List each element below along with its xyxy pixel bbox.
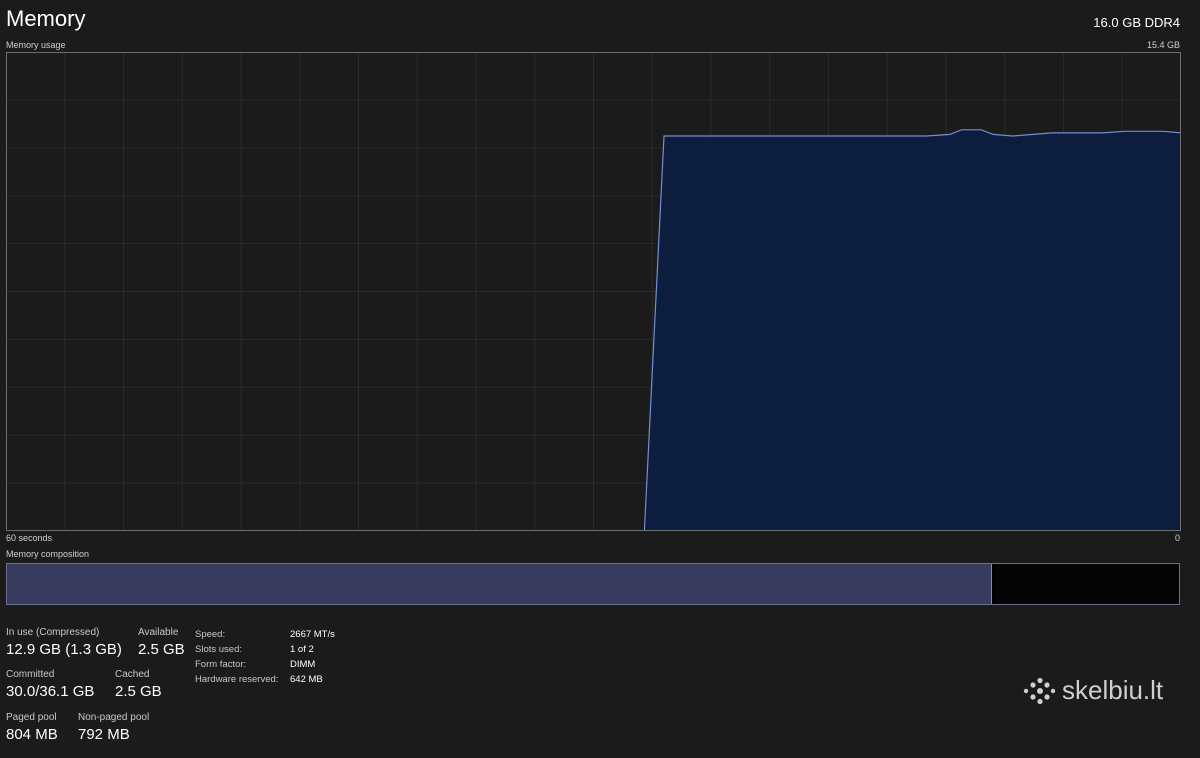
stat-non-paged-pool: Non-paged pool 792 MB bbox=[78, 712, 149, 743]
hardware-row-form-factor: Form factor: DIMM bbox=[195, 657, 335, 672]
hardware-key: Speed: bbox=[195, 629, 226, 640]
hardware-key: Form factor: bbox=[195, 659, 247, 670]
chart-label: Memory usage bbox=[6, 40, 66, 50]
stat-committed: Committed 30.0/36.1 GB bbox=[6, 669, 94, 700]
hardware-value: 642 MB bbox=[290, 674, 323, 685]
composition-in-use-segment bbox=[7, 564, 993, 604]
hardware-key: Hardware reserved: bbox=[195, 674, 279, 685]
stat-cached-label: Cached bbox=[115, 669, 150, 680]
stat-in-use: In use (Compressed) 12.9 GB (1.3 GB) bbox=[6, 627, 122, 658]
stat-non-paged-pool-label: Non-paged pool bbox=[78, 712, 150, 723]
composition-label: Memory composition bbox=[6, 549, 90, 559]
skelbiu-logo-icon bbox=[1023, 677, 1056, 704]
page-title: Memory bbox=[6, 6, 86, 31]
hardware-value: 2667 MT/s bbox=[290, 629, 335, 640]
memory-composition-bar bbox=[6, 563, 1180, 605]
stat-paged-pool-value: 804 MB bbox=[6, 726, 58, 743]
hardware-row-slots: Slots used: 1 of 2 bbox=[195, 642, 335, 657]
stat-available-value: 2.5 GB bbox=[138, 641, 185, 658]
stat-paged-pool-label: Paged pool bbox=[6, 712, 57, 723]
stat-cached: Cached 2.5 GB bbox=[115, 669, 162, 700]
x-axis-right-label: 0 bbox=[1175, 533, 1181, 543]
hardware-value: DIMM bbox=[290, 659, 316, 670]
watermark: skelbiu.lt bbox=[1022, 675, 1163, 706]
hardware-row-speed: Speed: 2667 MT/s bbox=[195, 627, 335, 642]
hardware-key: Slots used: bbox=[195, 644, 242, 655]
memory-usage-chart bbox=[6, 52, 1182, 532]
stat-available: Available 2.5 GB bbox=[138, 627, 185, 658]
stat-in-use-label: In use (Compressed) bbox=[6, 627, 100, 638]
stat-non-paged-pool-value: 792 MB bbox=[78, 726, 130, 743]
hardware-value: 1 of 2 bbox=[290, 644, 314, 655]
hardware-row-reserved: Hardware reserved: 642 MB bbox=[195, 672, 335, 687]
composition-standby-segment bbox=[994, 564, 1179, 604]
stat-paged-pool: Paged pool 804 MB bbox=[6, 712, 58, 743]
stat-committed-label: Committed bbox=[6, 669, 55, 680]
usage-area-fill bbox=[644, 129, 1181, 532]
watermark-text: skelbiu.lt bbox=[1062, 675, 1164, 705]
hardware-info: Speed: 2667 MT/s Slots used: 1 of 2 Form… bbox=[195, 627, 335, 687]
stat-cached-value: 2.5 GB bbox=[115, 683, 162, 700]
chart-max-label: 15.4 GB bbox=[1146, 40, 1180, 50]
stat-available-label: Available bbox=[138, 627, 179, 638]
stat-in-use-value: 12.9 GB (1.3 GB) bbox=[6, 641, 122, 658]
memory-spec: 16.0 GB DDR4 bbox=[1093, 15, 1180, 30]
stat-committed-value: 30.0/36.1 GB bbox=[6, 683, 95, 700]
x-axis-left-label: 60 seconds bbox=[6, 533, 53, 543]
